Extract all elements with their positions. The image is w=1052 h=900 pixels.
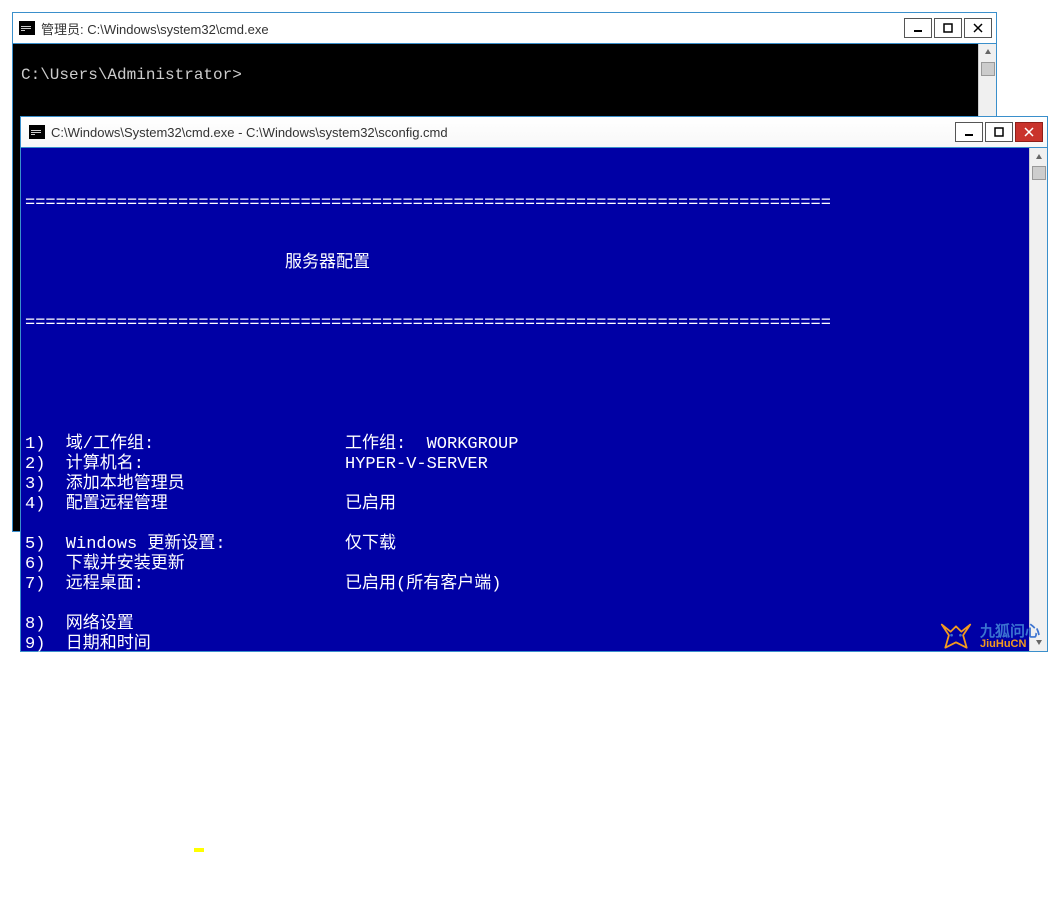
menu-label: 8) 网络设置: [25, 615, 345, 635]
menu-row: 3) 添加本地管理员: [25, 475, 1047, 495]
watermark-en: JiuHuCN: [980, 639, 1040, 650]
menu-row: [25, 515, 1047, 535]
prompt-text: 输入数字以选择选项:: [25, 840, 188, 860]
menu-value: 仅下载: [345, 535, 396, 555]
scrollbar-thumb-back[interactable]: [981, 62, 995, 76]
scrollbar-thumb-front[interactable]: [1032, 166, 1046, 180]
menu-row: 4) 配置远程管理已启用: [25, 495, 1047, 515]
input-prompt: 输入数字以选择选项:: [25, 816, 1047, 860]
menu-value: HYPER-V-SERVER: [345, 455, 488, 475]
window-controls-back: [904, 18, 992, 38]
divider-top: ========================================…: [25, 194, 985, 214]
menu-label: 4) 配置远程管理: [25, 495, 345, 515]
scrollbar-track[interactable]: [1030, 166, 1047, 633]
menu-row: 12) 重新启动服务器: [25, 715, 1047, 735]
menu-row: 2) 计算机名:HYPER-V-SERVER: [25, 455, 1047, 475]
minimize-button[interactable]: [955, 122, 983, 142]
titlebar-back[interactable]: 管理员: C:\Windows\system32\cmd.exe: [13, 13, 996, 43]
menu-label: 14) 退出到命令行: [25, 755, 345, 775]
menu-label: 1) 域/工作组:: [25, 435, 345, 455]
window-controls-front: [955, 122, 1043, 142]
menu-value: 已启用(所有客户端): [345, 575, 501, 595]
sconfig-header: 服务器配置: [25, 254, 1047, 274]
menu-row: 1) 域/工作组:工作组: WORKGROUP: [25, 435, 1047, 455]
cmd-prompt-back: C:\Users\Administrator>: [21, 48, 988, 84]
menu-label: 9) 日期和时间: [25, 635, 345, 655]
menu-row: 11) 注销用户: [25, 695, 1047, 715]
menu-row: 8) 网络设置: [25, 615, 1047, 635]
watermark-cn: 九狐问心: [980, 624, 1040, 639]
minimize-button[interactable]: [904, 18, 932, 38]
divider-bottom: ========================================…: [25, 314, 985, 334]
menu-label: 2) 计算机名:: [25, 455, 345, 475]
menu-label: 6) 下载并安装更新: [25, 555, 345, 575]
fox-icon: [938, 621, 974, 653]
menu-label: 7) 远程桌面:: [25, 575, 345, 595]
maximize-button[interactable]: [934, 18, 962, 38]
watermark: 九狐问心 JiuHuCN: [938, 621, 1040, 653]
scroll-up-icon[interactable]: [1030, 148, 1047, 166]
cursor: [194, 848, 204, 852]
menu-row: 6) 下载并安装更新: [25, 555, 1047, 575]
menu-value: 工作组: WORKGROUP: [345, 435, 518, 455]
cmd-icon: [19, 21, 35, 35]
menu-row: 9) 日期和时间: [25, 635, 1047, 655]
window-title-front: C:\Windows\System32\cmd.exe - C:\Windows…: [51, 125, 955, 140]
menu-row: 13) 关闭服务器: [25, 735, 1047, 755]
sconfig-window: C:\Windows\System32\cmd.exe - C:\Windows…: [20, 116, 1048, 652]
window-title-back: 管理员: C:\Windows\system32\cmd.exe: [41, 19, 904, 38]
menu-label: 12) 重新启动服务器: [25, 715, 345, 735]
menu-label: 11) 注销用户: [25, 695, 345, 715]
close-button[interactable]: [1015, 122, 1043, 142]
menu-label: 3) 添加本地管理员: [25, 475, 345, 495]
close-button[interactable]: [964, 18, 992, 38]
menu-row: [25, 595, 1047, 615]
menu-row: [25, 675, 1047, 695]
menu-label: 13) 关闭服务器: [25, 735, 345, 755]
menu-row: 10) 遥测设置未知: [25, 655, 1047, 675]
menu-label: 5) Windows 更新设置:: [25, 535, 345, 555]
sconfig-terminal[interactable]: ========================================…: [21, 147, 1047, 651]
menu-row: 14) 退出到命令行: [25, 755, 1047, 775]
menu-value: 已启用: [345, 495, 396, 515]
titlebar-front[interactable]: C:\Windows\System32\cmd.exe - C:\Windows…: [21, 117, 1047, 147]
scrollbar-front[interactable]: [1029, 148, 1047, 651]
menu-row: 7) 远程桌面:已启用(所有客户端): [25, 575, 1047, 595]
cmd-icon: [29, 125, 45, 139]
menu-label: 10) 遥测设置未知: [25, 655, 345, 675]
menu-row: 5) Windows 更新设置:仅下载: [25, 535, 1047, 555]
maximize-button[interactable]: [985, 122, 1013, 142]
